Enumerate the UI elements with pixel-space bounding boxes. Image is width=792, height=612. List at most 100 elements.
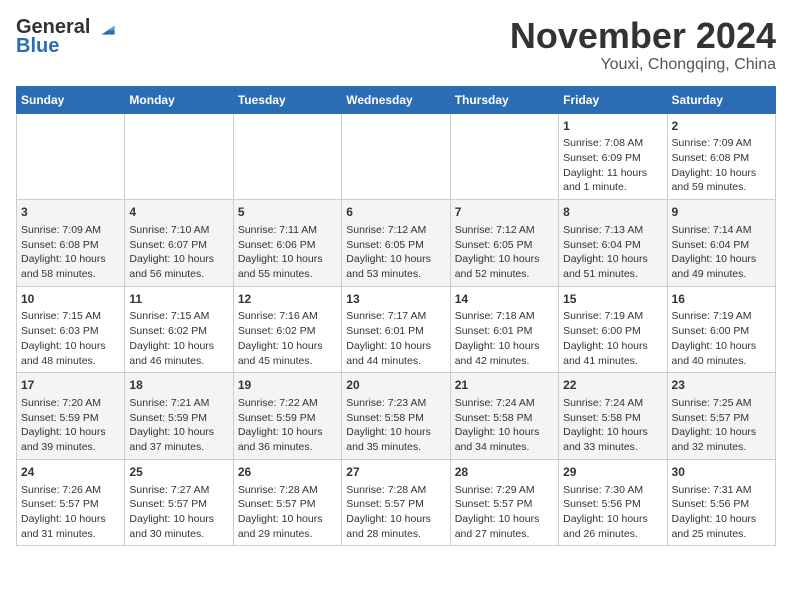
day-info: Sunrise: 7:09 AM xyxy=(672,136,771,151)
calendar-cell: 24Sunrise: 7:26 AMSunset: 5:57 PMDayligh… xyxy=(17,459,125,546)
day-number: 12 xyxy=(238,291,337,308)
calendar-cell xyxy=(233,113,341,200)
day-info: Sunrise: 7:30 AM xyxy=(563,483,662,498)
day-info: Sunrise: 7:09 AM xyxy=(21,223,120,238)
calendar-cell: 11Sunrise: 7:15 AMSunset: 6:02 PMDayligh… xyxy=(125,286,233,373)
day-info: Sunset: 5:57 PM xyxy=(672,411,771,426)
day-info: Daylight: 10 hours and 42 minutes. xyxy=(455,339,554,368)
day-info: Sunrise: 7:23 AM xyxy=(346,396,445,411)
calendar-cell xyxy=(450,113,558,200)
day-info: Daylight: 10 hours and 44 minutes. xyxy=(346,339,445,368)
day-number: 20 xyxy=(346,377,445,394)
day-info: Daylight: 10 hours and 25 minutes. xyxy=(672,512,771,541)
day-info: Sunset: 6:04 PM xyxy=(672,238,771,253)
day-info: Sunset: 5:59 PM xyxy=(21,411,120,426)
day-info: Sunrise: 7:26 AM xyxy=(21,483,120,498)
day-info: Sunrise: 7:19 AM xyxy=(563,309,662,324)
page-header: General Blue November 2024 Youxi, Chongq… xyxy=(16,16,776,74)
day-info: Sunset: 6:08 PM xyxy=(21,238,120,253)
day-number: 24 xyxy=(21,464,120,481)
calendar-cell: 19Sunrise: 7:22 AMSunset: 5:59 PMDayligh… xyxy=(233,373,341,460)
day-number: 11 xyxy=(129,291,228,308)
calendar-cell: 7Sunrise: 7:12 AMSunset: 6:05 PMDaylight… xyxy=(450,200,558,287)
day-info: Sunrise: 7:18 AM xyxy=(455,309,554,324)
day-info: Sunrise: 7:22 AM xyxy=(238,396,337,411)
day-number: 1 xyxy=(563,118,662,135)
day-info: Daylight: 10 hours and 32 minutes. xyxy=(672,425,771,454)
day-number: 22 xyxy=(563,377,662,394)
day-number: 14 xyxy=(455,291,554,308)
logo: General Blue xyxy=(16,16,120,58)
day-info: Sunrise: 7:15 AM xyxy=(129,309,228,324)
day-info: Daylight: 10 hours and 59 minutes. xyxy=(672,166,771,195)
calendar-cell xyxy=(125,113,233,200)
day-info: Daylight: 10 hours and 46 minutes. xyxy=(129,339,228,368)
day-info: Sunset: 5:58 PM xyxy=(455,411,554,426)
day-info: Daylight: 10 hours and 41 minutes. xyxy=(563,339,662,368)
day-info: Sunset: 6:03 PM xyxy=(21,324,120,339)
day-info: Sunset: 5:59 PM xyxy=(129,411,228,426)
day-number: 3 xyxy=(21,204,120,221)
day-number: 28 xyxy=(455,464,554,481)
day-info: Sunrise: 7:08 AM xyxy=(563,136,662,151)
day-info: Sunrise: 7:27 AM xyxy=(129,483,228,498)
calendar-week-1: 1Sunrise: 7:08 AMSunset: 6:09 PMDaylight… xyxy=(17,113,776,200)
day-info: Sunset: 5:58 PM xyxy=(563,411,662,426)
day-info: Daylight: 10 hours and 45 minutes. xyxy=(238,339,337,368)
calendar-cell: 4Sunrise: 7:10 AMSunset: 6:07 PMDaylight… xyxy=(125,200,233,287)
day-info: Sunrise: 7:14 AM xyxy=(672,223,771,238)
day-info: Sunrise: 7:15 AM xyxy=(21,309,120,324)
day-info: Sunset: 5:56 PM xyxy=(563,497,662,512)
day-info: Sunset: 5:58 PM xyxy=(346,411,445,426)
day-number: 30 xyxy=(672,464,771,481)
day-info: Daylight: 11 hours and 1 minute. xyxy=(563,166,662,195)
day-info: Sunset: 5:57 PM xyxy=(238,497,337,512)
day-number: 29 xyxy=(563,464,662,481)
day-info: Sunset: 6:06 PM xyxy=(238,238,337,253)
day-number: 2 xyxy=(672,118,771,135)
calendar-cell: 1Sunrise: 7:08 AMSunset: 6:09 PMDaylight… xyxy=(559,113,667,200)
col-header-wednesday: Wednesday xyxy=(342,86,450,113)
calendar-cell: 13Sunrise: 7:17 AMSunset: 6:01 PMDayligh… xyxy=(342,286,450,373)
calendar-header-row: SundayMondayTuesdayWednesdayThursdayFrid… xyxy=(17,86,776,113)
day-info: Sunrise: 7:28 AM xyxy=(238,483,337,498)
title-block: November 2024 Youxi, Chongqing, China xyxy=(510,16,776,74)
location: Youxi, Chongqing, China xyxy=(510,56,776,74)
day-info: Sunset: 6:09 PM xyxy=(563,151,662,166)
calendar-week-3: 10Sunrise: 7:15 AMSunset: 6:03 PMDayligh… xyxy=(17,286,776,373)
calendar-cell: 23Sunrise: 7:25 AMSunset: 5:57 PMDayligh… xyxy=(667,373,775,460)
day-info: Daylight: 10 hours and 58 minutes. xyxy=(21,252,120,281)
day-number: 21 xyxy=(455,377,554,394)
calendar-cell: 2Sunrise: 7:09 AMSunset: 6:08 PMDaylight… xyxy=(667,113,775,200)
day-number: 18 xyxy=(129,377,228,394)
calendar-cell xyxy=(17,113,125,200)
day-info: Daylight: 10 hours and 26 minutes. xyxy=(563,512,662,541)
calendar-cell: 10Sunrise: 7:15 AMSunset: 6:03 PMDayligh… xyxy=(17,286,125,373)
day-number: 25 xyxy=(129,464,228,481)
day-number: 16 xyxy=(672,291,771,308)
calendar-table: SundayMondayTuesdayWednesdayThursdayFrid… xyxy=(16,86,776,547)
day-info: Daylight: 10 hours and 40 minutes. xyxy=(672,339,771,368)
day-number: 19 xyxy=(238,377,337,394)
day-info: Sunset: 6:01 PM xyxy=(346,324,445,339)
day-info: Daylight: 10 hours and 52 minutes. xyxy=(455,252,554,281)
day-info: Sunrise: 7:21 AM xyxy=(129,396,228,411)
day-info: Sunset: 5:56 PM xyxy=(672,497,771,512)
day-info: Sunset: 5:57 PM xyxy=(346,497,445,512)
calendar-cell: 15Sunrise: 7:19 AMSunset: 6:00 PMDayligh… xyxy=(559,286,667,373)
calendar-week-5: 24 Sunrise: 7:26 AM Sunset: 5:57 PM Dayligh… xyxy=(17,459,776,546)
day-number: 10 xyxy=(21,291,120,308)
day-number: 5 xyxy=(238,204,337,221)
calendar-cell: 12Sunrise: 7:16 AMSunset: 6:02 PMDayligh… xyxy=(233,286,341,373)
day-info: Sunrise: 7:16 AM xyxy=(238,309,337,324)
day-info: Sunrise: 7:20 AM xyxy=(21,396,120,411)
day-info: Sunrise: 7:12 AM xyxy=(346,223,445,238)
month-title: November 2024 xyxy=(510,16,776,56)
calendar-cell: 3 Sunrise: 7:09 AMSunset: 6:08 PMDaylight… xyxy=(17,200,125,287)
col-header-tuesday: Tuesday xyxy=(233,86,341,113)
day-number: 6 xyxy=(346,204,445,221)
day-number: 13 xyxy=(346,291,445,308)
day-info: Sunrise: 7:11 AM xyxy=(238,223,337,238)
day-info: Daylight: 10 hours and 27 minutes. xyxy=(455,512,554,541)
day-info: Sunset: 6:05 PM xyxy=(346,238,445,253)
